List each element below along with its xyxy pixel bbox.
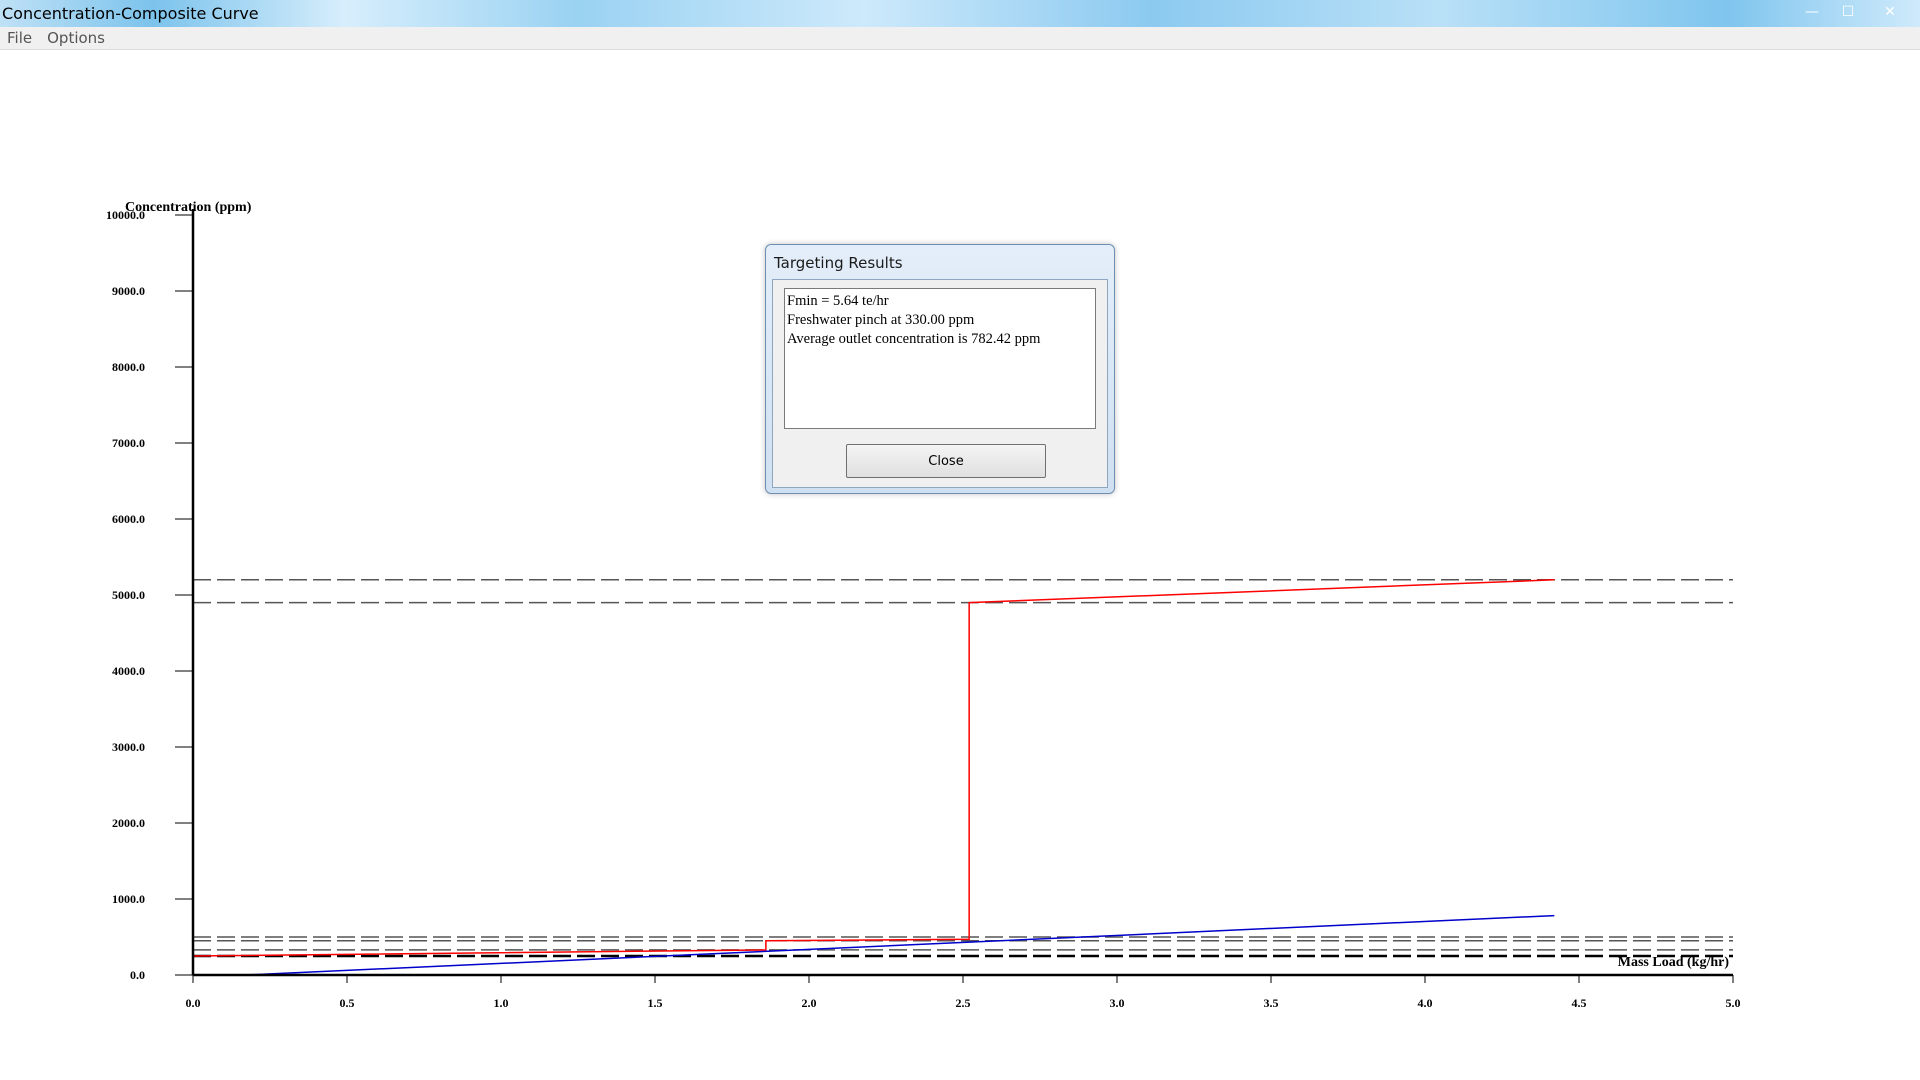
y-tick-label-9: 9000.0 xyxy=(112,284,145,298)
y-tick-label-8: 8000.0 xyxy=(112,360,145,374)
x-axis-title: Mass Load (kg/hr) xyxy=(1618,955,1730,970)
x-tick-label-0: 0.0 xyxy=(186,996,201,1010)
x-tick-label-1: 0.5 xyxy=(340,996,355,1010)
dialog-title: Targeting Results xyxy=(774,254,903,272)
results-text-box[interactable]: Fmin = 5.64 te/hr Freshwater pinch at 33… xyxy=(784,288,1096,429)
x-tick-label-7: 3.5 xyxy=(1264,996,1279,1010)
maximize-icon[interactable]: ☐ xyxy=(1832,2,1864,22)
y-tick-label-3: 3000.0 xyxy=(112,740,145,754)
x-tick-label-10: 5.0 xyxy=(1726,996,1741,1010)
y-tick-label-7: 7000.0 xyxy=(112,436,145,450)
y-tick-label-5: 5000.0 xyxy=(112,588,145,602)
y-tick-label-1: 1000.0 xyxy=(112,892,145,906)
result-fmin: Fmin = 5.64 te/hr xyxy=(787,293,889,309)
x-tick-label-6: 3.0 xyxy=(1110,996,1125,1010)
series-line-0 xyxy=(192,579,1555,957)
x-tick-label-4: 2.0 xyxy=(802,996,817,1010)
x-tick-label-8: 4.0 xyxy=(1418,996,1433,1010)
close-button[interactable]: Close xyxy=(846,444,1046,478)
window-controls: — ☐ ✕ xyxy=(1796,2,1912,22)
menu-file[interactable]: File xyxy=(0,29,40,47)
result-average-outlet: Average outlet concentration is 782.42 p… xyxy=(787,331,1041,347)
y-tick-label-0: 0.0 xyxy=(130,968,145,982)
window-title: Concentration-Composite Curve xyxy=(2,4,259,23)
y-axis-title: Concentration (ppm) xyxy=(125,200,252,215)
series-line-1 xyxy=(245,914,1555,976)
title-bar[interactable]: Concentration-Composite Curve — ☐ ✕ xyxy=(0,0,1920,27)
y-tick-label-6: 6000.0 xyxy=(112,512,145,526)
dialog-body: Fmin = 5.64 te/hr Freshwater pinch at 33… xyxy=(772,279,1108,488)
x-tick-label-3: 1.5 xyxy=(648,996,663,1010)
minimize-icon[interactable]: — xyxy=(1796,2,1828,22)
y-tick-label-4: 4000.0 xyxy=(112,664,145,678)
x-tick-label-2: 1.0 xyxy=(494,996,509,1010)
close-icon[interactable]: ✕ xyxy=(1868,2,1912,22)
menu-bar: File Options xyxy=(0,27,1920,50)
y-tick-label-2: 2000.0 xyxy=(112,816,145,830)
targeting-results-dialog: Targeting Results Fmin = 5.64 te/hr Fres… xyxy=(765,244,1115,494)
concentration-composite-chart: 0.0 1000.0 2000.0 3000.0 4000.0 5000.0 6000.0 7… xyxy=(106,200,1741,1010)
menu-options[interactable]: Options xyxy=(40,29,113,47)
result-freshwater-pinch: Freshwater pinch at 330.00 ppm xyxy=(787,312,975,328)
x-tick-label-9: 4.5 xyxy=(1572,996,1587,1010)
x-tick-label-5: 2.5 xyxy=(956,996,971,1010)
